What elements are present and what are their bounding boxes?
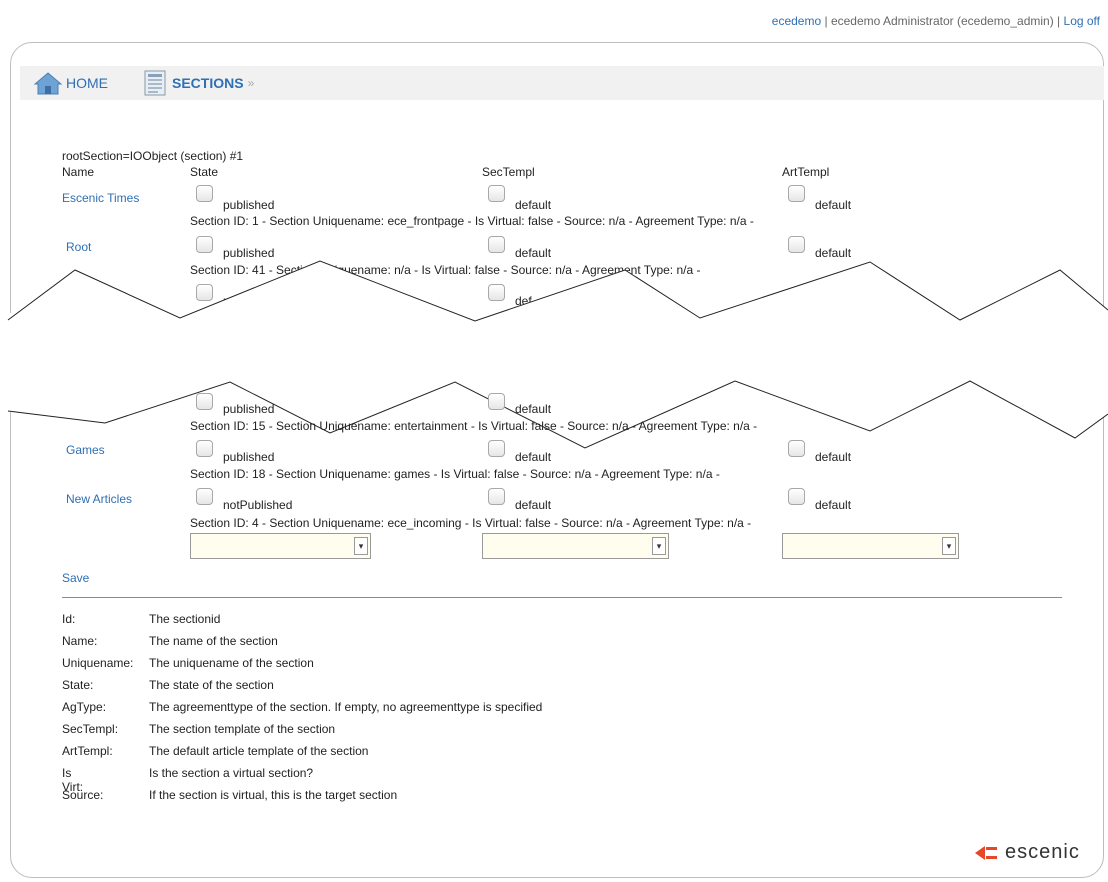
arttempl-checkbox[interactable] bbox=[788, 488, 805, 505]
column-header-name: Name bbox=[62, 165, 95, 179]
arttempl-label: default bbox=[815, 498, 852, 512]
user-bar-separator: | bbox=[821, 14, 831, 28]
section-info: Section ID: 18 - Section Uniquename: gam… bbox=[190, 467, 720, 481]
section-link-root[interactable]: Root bbox=[66, 240, 91, 254]
legend-key: State: bbox=[62, 678, 94, 692]
legend-key: ArtTempl: bbox=[62, 744, 113, 758]
breadcrumb: HOME SECTIONS » bbox=[20, 66, 1104, 100]
user-bar: ecedemo | ecedemo Administrator (ecedemo… bbox=[772, 14, 1100, 28]
logoff-link[interactable]: Log off bbox=[1064, 14, 1100, 28]
legend-key: Id: bbox=[62, 612, 76, 626]
sectempl-label: default bbox=[515, 402, 552, 416]
state-checkbox[interactable] bbox=[196, 236, 213, 253]
state-label: notPublished bbox=[223, 498, 293, 512]
section-info: Section ID: 1 - Section Uniquename: ece_… bbox=[190, 214, 754, 228]
state-checkbox[interactable] bbox=[196, 440, 213, 457]
sections-document-icon bbox=[144, 70, 166, 96]
home-icon bbox=[34, 72, 62, 95]
sectempl-checkbox[interactable] bbox=[488, 185, 505, 202]
sectempl-label: default bbox=[515, 198, 552, 212]
legend-value: If the section is virtual, this is the t… bbox=[149, 788, 398, 802]
user-full-name: ecedemo Administrator (ecedemo_admin) bbox=[830, 14, 1054, 28]
section-link-escenic-times[interactable]: Escenic Times bbox=[62, 191, 139, 205]
column-header-sectempl: SecTempl bbox=[482, 165, 535, 179]
state-checkbox[interactable] bbox=[196, 393, 213, 410]
home-nav-item[interactable]: HOME bbox=[34, 66, 108, 100]
sections-label: SECTIONS bbox=[172, 75, 244, 91]
legend-value: The sectionid bbox=[149, 612, 221, 626]
legend-value: Is the section a virtual section? bbox=[149, 766, 314, 780]
sectempl-checkbox[interactable] bbox=[488, 488, 505, 505]
sectempl-checkbox[interactable] bbox=[488, 393, 505, 410]
arttempl-checkbox[interactable] bbox=[788, 185, 805, 202]
dropdown-arrow-icon[interactable]: ▾ bbox=[942, 537, 956, 555]
dropdown-arrow-icon[interactable]: ▾ bbox=[652, 537, 666, 555]
arttempl-checkbox[interactable] bbox=[788, 236, 805, 253]
legend-value: The agreementtype of the section. If emp… bbox=[149, 700, 543, 714]
sectempl-checkbox[interactable] bbox=[488, 236, 505, 253]
arttempl-checkbox[interactable] bbox=[788, 440, 805, 457]
legend-key: SecTempl: bbox=[62, 722, 119, 736]
legend-value: The section template of the section bbox=[149, 722, 336, 736]
section-info: Section ID: 15 - Section Uniquename: ent… bbox=[190, 419, 758, 433]
arttempl-select[interactable]: ▾ bbox=[782, 533, 959, 559]
escenic-logo-icon bbox=[975, 845, 997, 860]
sectempl-checkbox[interactable] bbox=[488, 440, 505, 457]
legend-key: Name: bbox=[62, 634, 98, 648]
user-bar-separator: | bbox=[1053, 14, 1064, 28]
root-section-label: rootSection=IOObject (section) #1 bbox=[62, 149, 244, 163]
state-label: published bbox=[223, 402, 275, 416]
legend-value: The state of the section bbox=[149, 678, 274, 692]
user-link[interactable]: ecedemo bbox=[772, 14, 821, 28]
state-label: published bbox=[223, 450, 275, 464]
legend-value: The name of the section bbox=[149, 634, 278, 648]
column-header-arttempl: ArtTempl bbox=[782, 165, 830, 179]
sectempl-label: default bbox=[515, 498, 552, 512]
legend-key: Source: bbox=[62, 788, 104, 802]
sections-nav-item[interactable]: SECTIONS » bbox=[144, 66, 254, 100]
dropdown-arrow-icon[interactable]: ▾ bbox=[354, 537, 368, 555]
sectempl-label: default bbox=[515, 450, 552, 464]
section-info: Section ID: 4 - Section Uniquename: ece_… bbox=[190, 516, 752, 530]
sectempl-select[interactable]: ▾ bbox=[482, 533, 669, 559]
breadcrumb-separator: » bbox=[247, 76, 255, 90]
escenic-logo: escenic bbox=[975, 841, 1080, 864]
legend-value: The default article template of the sect… bbox=[149, 744, 369, 758]
legend-key: Uniquename: bbox=[62, 656, 134, 670]
state-checkbox[interactable] bbox=[196, 488, 213, 505]
logo-text: escenic bbox=[1005, 841, 1080, 863]
section-link-new-articles[interactable]: New Articles bbox=[66, 492, 132, 506]
home-label: HOME bbox=[66, 75, 108, 91]
arttempl-label: default bbox=[815, 450, 852, 464]
legend-value: The uniquename of the section bbox=[149, 656, 314, 670]
state-checkbox[interactable] bbox=[196, 185, 213, 202]
legend-key: AgType: bbox=[62, 700, 107, 714]
divider bbox=[62, 597, 1062, 598]
arttempl-label: default bbox=[815, 198, 852, 212]
state-label: published bbox=[223, 198, 275, 212]
save-link[interactable]: Save bbox=[62, 571, 89, 585]
section-link-games[interactable]: Games bbox=[66, 443, 105, 457]
column-header-state: State bbox=[190, 165, 219, 179]
state-select[interactable]: ▾ bbox=[190, 533, 371, 559]
